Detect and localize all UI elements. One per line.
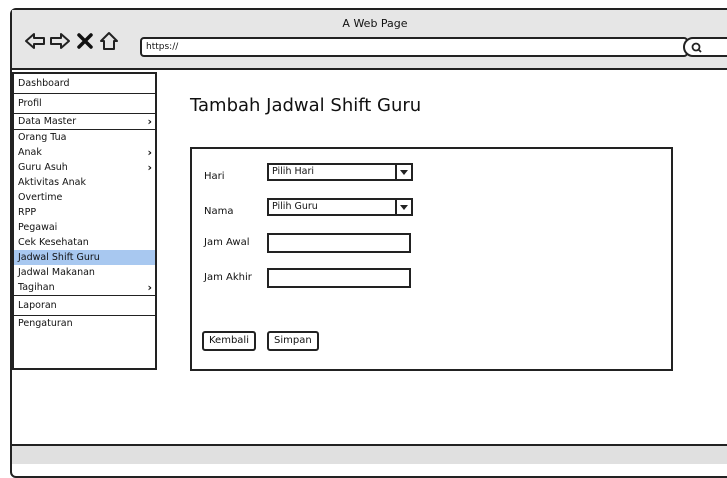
close-icon[interactable]	[74, 30, 96, 52]
sidebar-item-label: Tagihan	[18, 282, 55, 293]
sidebar-item-dashboard[interactable]: Dashboard	[14, 74, 155, 94]
sidebar-item-label: Jadwal Makanan	[18, 267, 95, 278]
sidebar-item-label: Data Master	[18, 116, 77, 127]
sidebar-item-anak[interactable]: Anak ›	[14, 145, 155, 160]
sidebar-item-profil[interactable]: Profil	[14, 94, 155, 114]
home-icon[interactable]	[98, 30, 120, 52]
sidebar-item-jadwal-makanan[interactable]: Jadwal Makanan	[14, 265, 155, 280]
back-arrow-icon[interactable]	[24, 30, 46, 52]
hari-label: Hari	[204, 171, 225, 182]
sidebar: Dashboard Profil Data Master › Orang Tua …	[12, 72, 157, 370]
chevron-right-icon: ›	[147, 281, 152, 294]
sidebar-item-label: Dashboard	[18, 78, 70, 89]
sidebar-item-aktivitas-anak[interactable]: Aktivitas Anak	[14, 175, 155, 190]
sidebar-item-overtime[interactable]: Overtime	[14, 190, 155, 205]
jam-akhir-label: Jam Akhir	[204, 272, 252, 283]
forward-arrow-icon[interactable]	[49, 30, 71, 52]
hari-select[interactable]: Pilih Hari	[267, 163, 413, 181]
url-input[interactable]: https://	[140, 37, 688, 57]
browser-status-bar	[12, 444, 727, 464]
nama-select-value: Pilih Guru	[272, 201, 318, 212]
nama-select[interactable]: Pilih Guru	[267, 198, 413, 216]
nama-label: Nama	[204, 206, 234, 217]
sidebar-item-laporan[interactable]: Laporan	[14, 296, 155, 316]
simpan-button[interactable]: Simpan	[267, 331, 319, 351]
sidebar-item-label: Anak	[18, 147, 42, 158]
sidebar-item-guru-asuh[interactable]: Guru Asuh ›	[14, 160, 155, 175]
chevron-right-icon: ›	[147, 146, 152, 159]
sidebar-item-jadwal-shift-guru[interactable]: Jadwal Shift Guru	[14, 250, 155, 265]
sidebar-item-cek-kesehatan[interactable]: Cek Kesehatan	[14, 235, 155, 250]
sidebar-item-pegawai[interactable]: Pegawai	[14, 220, 155, 235]
sidebar-item-label: Laporan	[18, 300, 57, 311]
sidebar-item-label: Pengaturan	[18, 318, 73, 329]
sidebar-item-label: RPP	[18, 207, 37, 218]
sidebar-item-label: Aktivitas Anak	[18, 177, 86, 188]
sidebar-item-pengaturan[interactable]: Pengaturan	[14, 316, 155, 331]
sidebar-item-label: Jadwal Shift Guru	[18, 252, 100, 263]
sidebar-item-orang-tua[interactable]: Orang Tua	[14, 130, 155, 145]
browser-titlebar: A Web Page https://	[12, 10, 727, 70]
dropdown-arrow-icon	[395, 165, 411, 179]
jam-akhir-input[interactable]	[267, 268, 411, 288]
shift-schedule-form: Hari Pilih Hari Nama Pilih Guru Jam Awal…	[190, 147, 673, 371]
sidebar-item-label: Profil	[18, 98, 42, 109]
jam-awal-label: Jam Awal	[204, 237, 250, 248]
sidebar-item-label: Pegawai	[18, 222, 58, 233]
dropdown-arrow-icon	[395, 200, 411, 214]
chevron-right-icon: ›	[147, 115, 152, 128]
sidebar-item-label: Cek Kesehatan	[18, 237, 89, 248]
chevron-right-icon: ›	[147, 161, 152, 174]
hari-select-value: Pilih Hari	[272, 166, 314, 177]
window-title: A Web Page	[342, 17, 408, 30]
sidebar-item-tagihan[interactable]: Tagihan ›	[14, 280, 155, 296]
page-title: Tambah Jadwal Shift Guru	[190, 95, 422, 116]
sidebar-item-data-master[interactable]: Data Master ›	[14, 114, 155, 130]
sidebar-item-label: Orang Tua	[18, 132, 67, 143]
search-icon	[691, 42, 702, 53]
sidebar-item-label: Overtime	[18, 192, 63, 203]
sidebar-item-rpp[interactable]: RPP	[14, 205, 155, 220]
browser-search-box[interactable]	[683, 37, 727, 57]
browser-window: A Web Page https:// Dashboard Profil Dat…	[10, 8, 727, 478]
jam-awal-input[interactable]	[267, 233, 411, 253]
kembali-button[interactable]: Kembali	[202, 331, 256, 351]
sidebar-item-label: Guru Asuh	[18, 162, 68, 173]
